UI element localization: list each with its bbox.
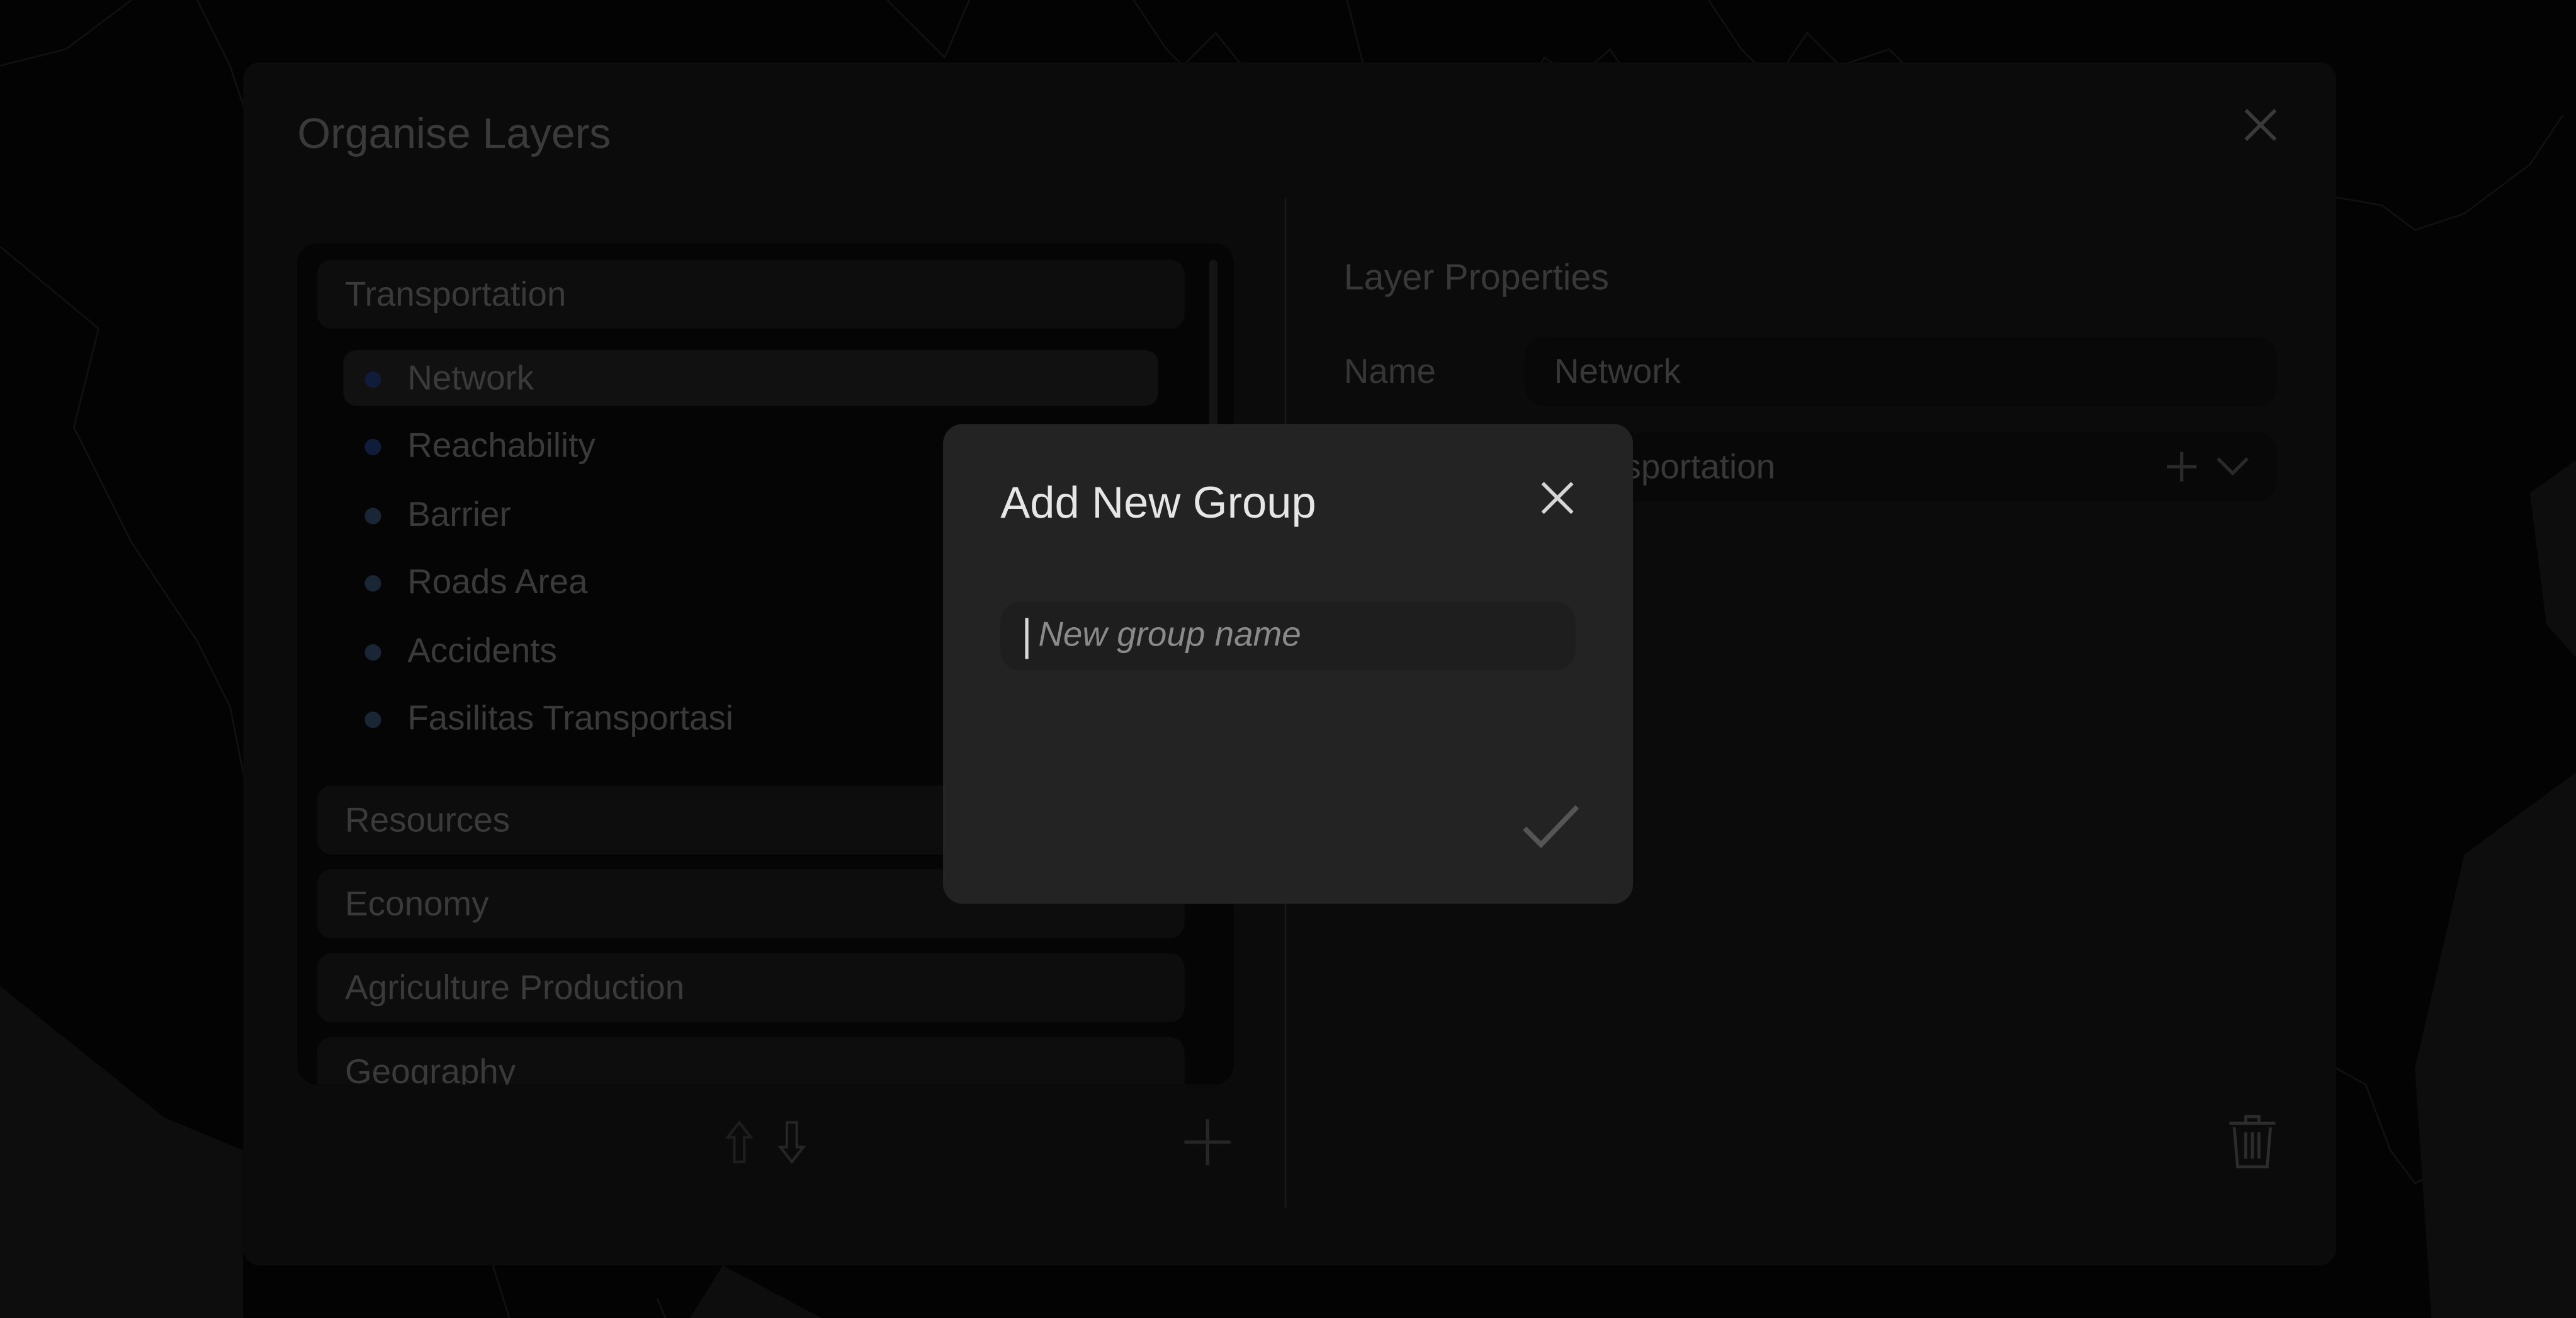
modal-title: Add New Group	[1000, 478, 1316, 528]
checkmark-icon[interactable]	[1518, 793, 1583, 859]
text-caret	[1025, 618, 1029, 659]
add-new-group-modal: Add New Group	[942, 424, 1634, 904]
close-icon[interactable]	[1538, 478, 1578, 518]
screen: Organise Layers Transportation Network R…	[0, 0, 2576, 1318]
group-name-input[interactable]	[1000, 601, 1576, 671]
